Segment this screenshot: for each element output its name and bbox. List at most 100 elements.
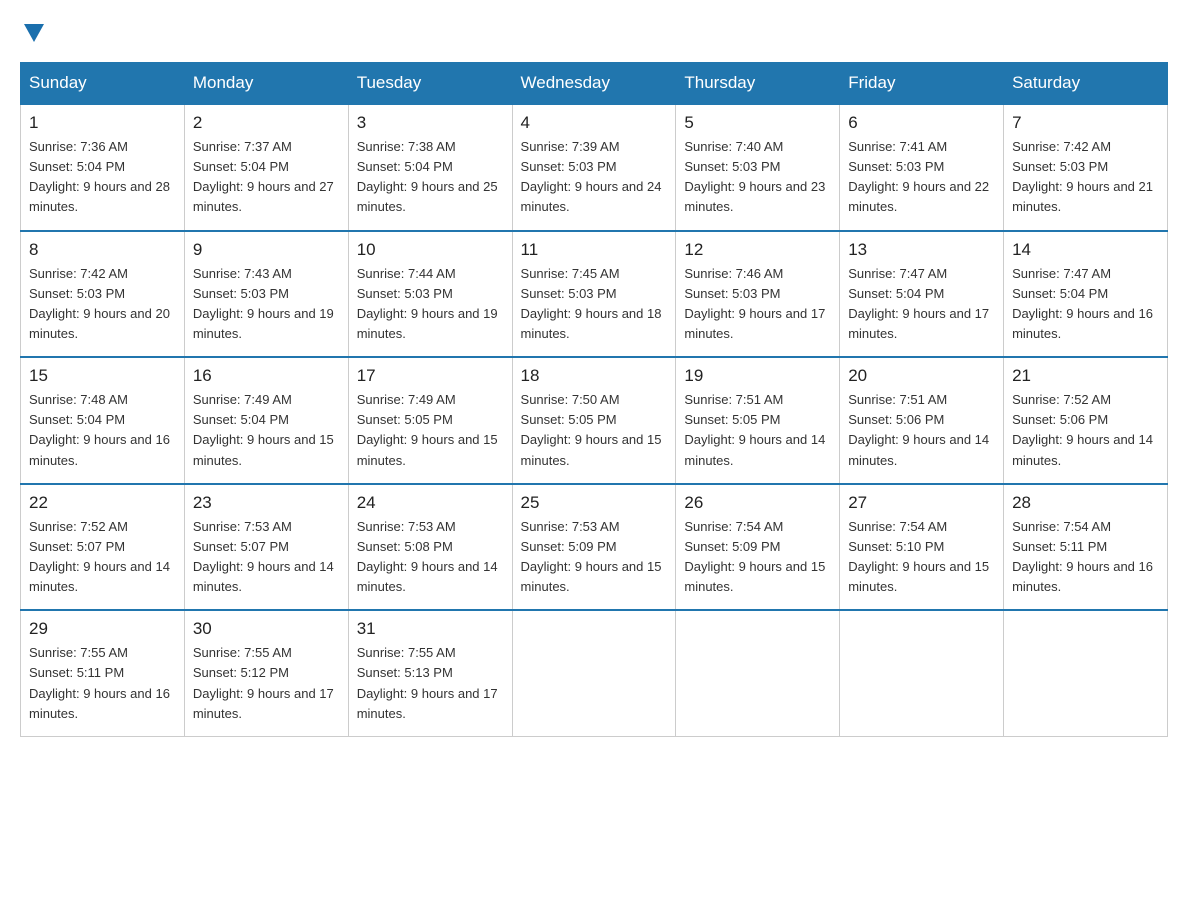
day-cell: 26 Sunrise: 7:54 AMSunset: 5:09 PMDaylig… — [676, 484, 840, 611]
day-cell: 7 Sunrise: 7:42 AMSunset: 5:03 PMDayligh… — [1004, 104, 1168, 231]
day-number: 12 — [684, 240, 831, 260]
day-info: Sunrise: 7:42 AMSunset: 5:03 PMDaylight:… — [29, 264, 176, 345]
day-cell: 4 Sunrise: 7:39 AMSunset: 5:03 PMDayligh… — [512, 104, 676, 231]
day-info: Sunrise: 7:51 AMSunset: 5:06 PMDaylight:… — [848, 390, 995, 471]
day-cell — [676, 610, 840, 736]
day-cell: 11 Sunrise: 7:45 AMSunset: 5:03 PMDaylig… — [512, 231, 676, 358]
week-row-1: 1 Sunrise: 7:36 AMSunset: 5:04 PMDayligh… — [21, 104, 1168, 231]
day-cell: 6 Sunrise: 7:41 AMSunset: 5:03 PMDayligh… — [840, 104, 1004, 231]
day-number: 3 — [357, 113, 504, 133]
header-thursday: Thursday — [676, 63, 840, 105]
day-number: 5 — [684, 113, 831, 133]
day-number: 29 — [29, 619, 176, 639]
day-cell: 10 Sunrise: 7:44 AMSunset: 5:03 PMDaylig… — [348, 231, 512, 358]
day-number: 25 — [521, 493, 668, 513]
day-cell: 25 Sunrise: 7:53 AMSunset: 5:09 PMDaylig… — [512, 484, 676, 611]
day-number: 26 — [684, 493, 831, 513]
day-cell — [512, 610, 676, 736]
day-info: Sunrise: 7:52 AMSunset: 5:07 PMDaylight:… — [29, 517, 176, 598]
day-number: 6 — [848, 113, 995, 133]
day-number: 15 — [29, 366, 176, 386]
day-cell: 13 Sunrise: 7:47 AMSunset: 5:04 PMDaylig… — [840, 231, 1004, 358]
header-monday: Monday — [184, 63, 348, 105]
day-cell: 28 Sunrise: 7:54 AMSunset: 5:11 PMDaylig… — [1004, 484, 1168, 611]
day-cell: 2 Sunrise: 7:37 AMSunset: 5:04 PMDayligh… — [184, 104, 348, 231]
day-number: 10 — [357, 240, 504, 260]
day-cell — [840, 610, 1004, 736]
header-saturday: Saturday — [1004, 63, 1168, 105]
day-cell: 16 Sunrise: 7:49 AMSunset: 5:04 PMDaylig… — [184, 357, 348, 484]
day-cell: 9 Sunrise: 7:43 AMSunset: 5:03 PMDayligh… — [184, 231, 348, 358]
header-sunday: Sunday — [21, 63, 185, 105]
day-info: Sunrise: 7:37 AMSunset: 5:04 PMDaylight:… — [193, 137, 340, 218]
logo-triangle-icon — [24, 24, 44, 42]
week-row-3: 15 Sunrise: 7:48 AMSunset: 5:04 PMDaylig… — [21, 357, 1168, 484]
day-cell: 29 Sunrise: 7:55 AMSunset: 5:11 PMDaylig… — [21, 610, 185, 736]
day-cell: 18 Sunrise: 7:50 AMSunset: 5:05 PMDaylig… — [512, 357, 676, 484]
day-cell: 24 Sunrise: 7:53 AMSunset: 5:08 PMDaylig… — [348, 484, 512, 611]
day-number: 8 — [29, 240, 176, 260]
day-number: 2 — [193, 113, 340, 133]
day-number: 7 — [1012, 113, 1159, 133]
day-cell: 5 Sunrise: 7:40 AMSunset: 5:03 PMDayligh… — [676, 104, 840, 231]
day-number: 27 — [848, 493, 995, 513]
day-number: 13 — [848, 240, 995, 260]
week-row-4: 22 Sunrise: 7:52 AMSunset: 5:07 PMDaylig… — [21, 484, 1168, 611]
day-cell: 15 Sunrise: 7:48 AMSunset: 5:04 PMDaylig… — [21, 357, 185, 484]
header-row: SundayMondayTuesdayWednesdayThursdayFrid… — [21, 63, 1168, 105]
day-cell: 22 Sunrise: 7:52 AMSunset: 5:07 PMDaylig… — [21, 484, 185, 611]
day-info: Sunrise: 7:45 AMSunset: 5:03 PMDaylight:… — [521, 264, 668, 345]
day-info: Sunrise: 7:49 AMSunset: 5:04 PMDaylight:… — [193, 390, 340, 471]
day-number: 31 — [357, 619, 504, 639]
day-cell: 8 Sunrise: 7:42 AMSunset: 5:03 PMDayligh… — [21, 231, 185, 358]
day-number: 11 — [521, 240, 668, 260]
day-cell: 27 Sunrise: 7:54 AMSunset: 5:10 PMDaylig… — [840, 484, 1004, 611]
day-cell — [1004, 610, 1168, 736]
day-cell: 14 Sunrise: 7:47 AMSunset: 5:04 PMDaylig… — [1004, 231, 1168, 358]
day-info: Sunrise: 7:52 AMSunset: 5:06 PMDaylight:… — [1012, 390, 1159, 471]
day-number: 20 — [848, 366, 995, 386]
day-number: 17 — [357, 366, 504, 386]
day-info: Sunrise: 7:48 AMSunset: 5:04 PMDaylight:… — [29, 390, 176, 471]
day-info: Sunrise: 7:55 AMSunset: 5:11 PMDaylight:… — [29, 643, 176, 724]
day-info: Sunrise: 7:46 AMSunset: 5:03 PMDaylight:… — [684, 264, 831, 345]
header-tuesday: Tuesday — [348, 63, 512, 105]
day-info: Sunrise: 7:53 AMSunset: 5:08 PMDaylight:… — [357, 517, 504, 598]
day-info: Sunrise: 7:38 AMSunset: 5:04 PMDaylight:… — [357, 137, 504, 218]
day-info: Sunrise: 7:50 AMSunset: 5:05 PMDaylight:… — [521, 390, 668, 471]
calendar-table: SundayMondayTuesdayWednesdayThursdayFrid… — [20, 62, 1168, 737]
day-number: 28 — [1012, 493, 1159, 513]
day-info: Sunrise: 7:43 AMSunset: 5:03 PMDaylight:… — [193, 264, 340, 345]
day-info: Sunrise: 7:53 AMSunset: 5:07 PMDaylight:… — [193, 517, 340, 598]
day-number: 16 — [193, 366, 340, 386]
day-info: Sunrise: 7:53 AMSunset: 5:09 PMDaylight:… — [521, 517, 668, 598]
day-cell: 12 Sunrise: 7:46 AMSunset: 5:03 PMDaylig… — [676, 231, 840, 358]
logo — [20, 20, 44, 42]
week-row-5: 29 Sunrise: 7:55 AMSunset: 5:11 PMDaylig… — [21, 610, 1168, 736]
day-number: 21 — [1012, 366, 1159, 386]
day-info: Sunrise: 7:55 AMSunset: 5:13 PMDaylight:… — [357, 643, 504, 724]
day-info: Sunrise: 7:42 AMSunset: 5:03 PMDaylight:… — [1012, 137, 1159, 218]
day-number: 4 — [521, 113, 668, 133]
day-number: 9 — [193, 240, 340, 260]
day-cell: 31 Sunrise: 7:55 AMSunset: 5:13 PMDaylig… — [348, 610, 512, 736]
day-cell: 17 Sunrise: 7:49 AMSunset: 5:05 PMDaylig… — [348, 357, 512, 484]
day-info: Sunrise: 7:44 AMSunset: 5:03 PMDaylight:… — [357, 264, 504, 345]
day-cell: 20 Sunrise: 7:51 AMSunset: 5:06 PMDaylig… — [840, 357, 1004, 484]
day-number: 19 — [684, 366, 831, 386]
day-number: 23 — [193, 493, 340, 513]
page-header — [20, 20, 1168, 42]
day-info: Sunrise: 7:39 AMSunset: 5:03 PMDaylight:… — [521, 137, 668, 218]
day-cell: 21 Sunrise: 7:52 AMSunset: 5:06 PMDaylig… — [1004, 357, 1168, 484]
day-info: Sunrise: 7:51 AMSunset: 5:05 PMDaylight:… — [684, 390, 831, 471]
day-cell: 30 Sunrise: 7:55 AMSunset: 5:12 PMDaylig… — [184, 610, 348, 736]
day-cell: 23 Sunrise: 7:53 AMSunset: 5:07 PMDaylig… — [184, 484, 348, 611]
day-number: 24 — [357, 493, 504, 513]
day-info: Sunrise: 7:54 AMSunset: 5:10 PMDaylight:… — [848, 517, 995, 598]
day-number: 14 — [1012, 240, 1159, 260]
week-row-2: 8 Sunrise: 7:42 AMSunset: 5:03 PMDayligh… — [21, 231, 1168, 358]
header-wednesday: Wednesday — [512, 63, 676, 105]
day-number: 30 — [193, 619, 340, 639]
day-info: Sunrise: 7:49 AMSunset: 5:05 PMDaylight:… — [357, 390, 504, 471]
day-info: Sunrise: 7:41 AMSunset: 5:03 PMDaylight:… — [848, 137, 995, 218]
